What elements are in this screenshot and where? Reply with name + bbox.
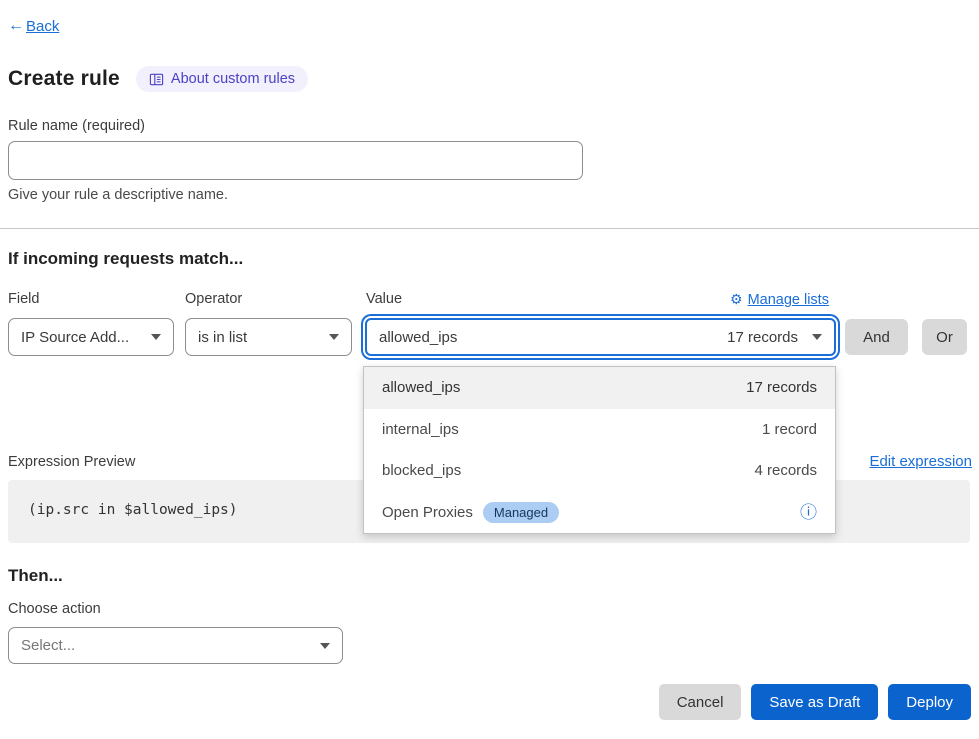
about-badge-label: About custom rules <box>171 71 295 87</box>
list-item-open-proxies[interactable]: Open Proxies Managed ⓘ <box>364 492 835 534</box>
list-item-allowed-ips[interactable]: allowed_ips 17 records <box>364 367 835 409</box>
field-select-value: IP Source Add... <box>21 329 129 346</box>
and-button[interactable]: And <box>845 319 908 355</box>
list-item-name: allowed_ips <box>382 379 460 396</box>
expression-preview-label: Expression Preview <box>8 454 135 470</box>
list-item-name: blocked_ips <box>382 462 461 479</box>
value-dropdown-menu: allowed_ips 17 records internal_ips 1 re… <box>363 366 836 534</box>
list-item-count: 4 records <box>754 462 817 479</box>
rule-name-helper: Give your rule a descriptive name. <box>8 187 228 203</box>
list-item-count: 1 record <box>762 421 817 438</box>
value-select-name: allowed_ips <box>379 329 457 346</box>
action-select[interactable]: Select... <box>8 627 343 664</box>
choose-action-label: Choose action <box>8 601 101 617</box>
back-link[interactable]: ← Back <box>8 17 59 35</box>
create-rule-page: ← Back Create rule About custom rules Ru… <box>0 0 979 739</box>
list-item-blocked-ips[interactable]: blocked_ips 4 records <box>364 450 835 492</box>
footer-actions: Cancel Save as Draft Deploy <box>659 684 971 720</box>
list-item-name: internal_ips <box>382 421 459 438</box>
or-button[interactable]: Or <box>922 319 967 355</box>
book-icon <box>149 72 164 87</box>
then-section-title: Then... <box>8 566 63 586</box>
operator-select[interactable]: is in list <box>185 318 352 356</box>
save-as-draft-button[interactable]: Save as Draft <box>751 684 878 720</box>
list-item-count: 17 records <box>746 379 817 396</box>
back-link-label: Back <box>26 18 59 35</box>
title-row: Create rule About custom rules <box>8 66 308 92</box>
manage-lists-label: Manage lists <box>748 292 829 308</box>
cancel-button[interactable]: Cancel <box>659 684 742 720</box>
list-item-name: Open Proxies <box>382 504 473 521</box>
rule-name-label: Rule name (required) <box>8 118 145 134</box>
back-arrow-icon: ← <box>8 17 24 35</box>
rule-name-input[interactable] <box>8 141 583 180</box>
field-select[interactable]: IP Source Add... <box>8 318 174 356</box>
edit-expression-link[interactable]: Edit expression <box>869 453 972 470</box>
info-icon[interactable]: ⓘ <box>800 504 817 521</box>
section-divider <box>0 228 979 229</box>
expression-code: (ip.src in $allowed_ips) <box>28 502 238 518</box>
value-label: Value <box>366 291 402 307</box>
gear-icon: ⚙ <box>730 291 743 308</box>
chevron-down-icon <box>320 643 330 649</box>
managed-badge: Managed <box>483 502 559 523</box>
chevron-down-icon <box>151 334 161 340</box>
match-section-title: If incoming requests match... <box>8 249 243 269</box>
manage-lists-link[interactable]: ⚙ Manage lists <box>730 291 829 308</box>
value-select-count: 17 records <box>727 329 798 346</box>
field-label: Field <box>8 291 39 307</box>
operator-label: Operator <box>185 291 242 307</box>
value-select[interactable]: allowed_ips 17 records <box>365 318 836 356</box>
page-title: Create rule <box>8 67 120 91</box>
about-custom-rules-link[interactable]: About custom rules <box>136 66 308 92</box>
list-item-internal-ips[interactable]: internal_ips 1 record <box>364 409 835 451</box>
chevron-down-icon <box>329 334 339 340</box>
deploy-button[interactable]: Deploy <box>888 684 971 720</box>
action-select-placeholder: Select... <box>21 637 75 654</box>
operator-select-value: is in list <box>198 329 247 346</box>
chevron-down-icon <box>812 334 822 340</box>
